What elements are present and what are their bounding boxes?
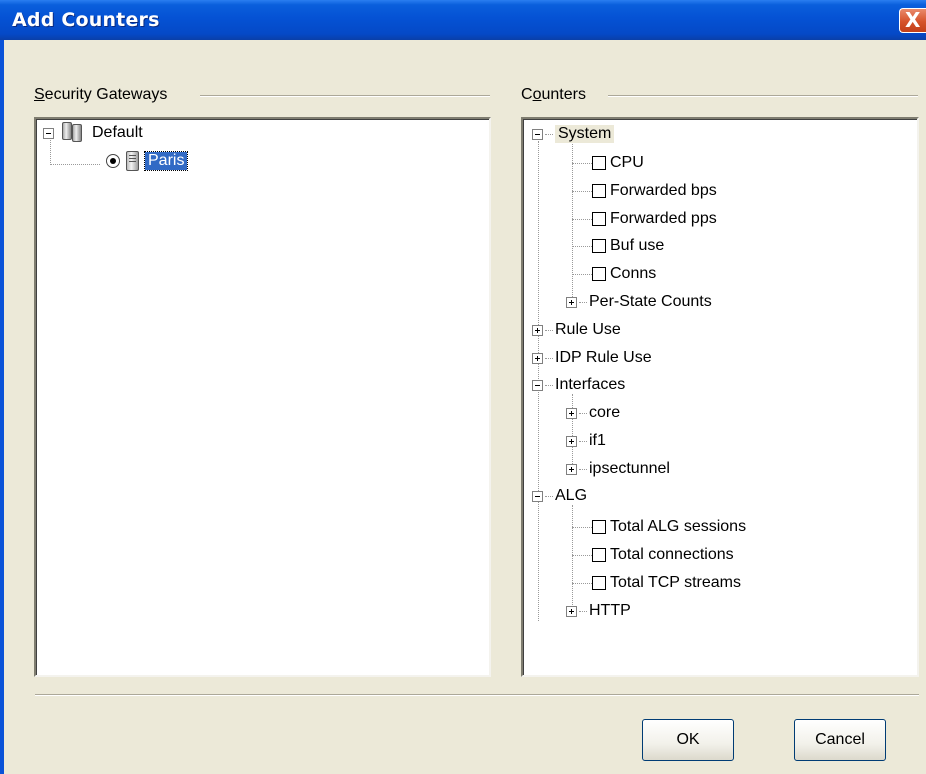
tree-node-rule-use[interactable]: Rule Use: [532, 318, 621, 342]
checkbox[interactable]: [592, 212, 606, 226]
checkbox[interactable]: [592, 520, 606, 534]
counter-label: Forwarded pps: [610, 210, 717, 227]
cancel-label: Cancel: [815, 731, 865, 748]
counter-forwarded-pps[interactable]: Forwarded pps: [592, 207, 717, 231]
counter-total-connections[interactable]: Total connections: [592, 543, 734, 567]
tree-node-label: if1: [589, 432, 606, 449]
cancel-button[interactable]: Cancel: [794, 719, 886, 761]
counter-label: Total connections: [610, 546, 734, 563]
close-button[interactable]: X: [899, 8, 926, 33]
dialog-separator: [35, 694, 919, 696]
tree-node-label: Default: [92, 124, 143, 141]
checkbox[interactable]: [592, 548, 606, 562]
checkbox[interactable]: [592, 184, 606, 198]
close-icon: X: [905, 8, 921, 32]
tree-node-per-state-counts[interactable]: Per-State Counts: [566, 290, 712, 314]
counter-buf-use[interactable]: Buf use: [592, 234, 664, 258]
group-divider: [200, 95, 490, 97]
expand-icon[interactable]: [566, 407, 577, 419]
tree-node-label: Rule Use: [555, 321, 621, 338]
counter-total-tcp-streams[interactable]: Total TCP streams: [592, 571, 741, 595]
collapse-icon[interactable]: [532, 490, 543, 502]
tree-node-system[interactable]: System: [532, 122, 615, 146]
tree-node-interfaces[interactable]: Interfaces: [532, 373, 625, 397]
counter-label: Total ALG sessions: [610, 518, 747, 535]
counter-cpu[interactable]: CPU: [592, 151, 644, 175]
collapse-icon[interactable]: [532, 379, 543, 391]
expand-icon[interactable]: [532, 324, 543, 336]
tree-node-alg[interactable]: ALG: [532, 484, 587, 508]
counter-total-alg-sessions[interactable]: Total ALG sessions: [592, 515, 746, 539]
counter-label: Buf use: [610, 237, 665, 254]
tree-node-idp-rule-use[interactable]: IDP Rule Use: [532, 346, 652, 370]
tree-node-label: IDP Rule Use: [555, 349, 652, 366]
tree-node-label: Interfaces: [555, 376, 626, 393]
counter-label: Total TCP streams: [610, 574, 742, 591]
expand-icon[interactable]: [566, 296, 577, 308]
security-gateways-label: Security Gateways: [34, 86, 174, 104]
tree-node-label: Paris: [143, 151, 189, 171]
counter-label: Forwarded bps: [610, 182, 717, 199]
servers-icon: [60, 122, 86, 144]
group-divider: [608, 95, 918, 97]
expand-icon[interactable]: [566, 605, 577, 617]
counter-conns[interactable]: Conns: [592, 262, 656, 286]
tree-node-core[interactable]: core: [566, 401, 620, 425]
tree-node-label: ALG: [555, 487, 588, 504]
counters-tree[interactable]: System CPU Forwarded bps Forwarded pps B…: [521, 117, 919, 677]
counter-forwarded-bps[interactable]: Forwarded bps: [592, 179, 717, 203]
window-frame: [0, 40, 4, 774]
counters-label: Counters: [521, 86, 592, 104]
expand-icon[interactable]: [566, 435, 577, 447]
selected-radio-icon[interactable]: [106, 154, 120, 168]
tree-node-default[interactable]: Default: [43, 121, 143, 145]
tree-node-label: HTTP: [589, 602, 631, 619]
checkbox[interactable]: [592, 239, 606, 253]
collapse-icon[interactable]: [43, 127, 54, 139]
tree-node-label: ipsectunnel: [589, 460, 670, 477]
ok-label: OK: [676, 731, 700, 748]
checkbox[interactable]: [592, 156, 606, 170]
security-gateways-tree[interactable]: Default Paris: [34, 117, 491, 677]
window-title: Add Counters: [12, 9, 160, 31]
tree-node-http[interactable]: HTTP: [566, 599, 631, 623]
tree-node-label: core: [589, 404, 621, 421]
ok-button[interactable]: OK: [642, 719, 734, 761]
expand-icon[interactable]: [566, 463, 577, 475]
counter-label: CPU: [610, 154, 644, 171]
tree-node-paris[interactable]: Paris: [106, 149, 189, 173]
expand-icon[interactable]: [532, 352, 543, 364]
counter-label: Conns: [610, 265, 657, 282]
title-bar[interactable]: Add Counters X: [0, 0, 926, 40]
tree-node-label: System: [555, 125, 615, 143]
server-icon: [126, 151, 139, 171]
checkbox[interactable]: [592, 267, 606, 281]
tree-node-label: Per-State Counts: [589, 293, 712, 310]
collapse-icon[interactable]: [532, 128, 543, 140]
tree-node-ipsectunnel[interactable]: ipsectunnel: [566, 457, 670, 481]
tree-node-if1[interactable]: if1: [566, 429, 606, 453]
checkbox[interactable]: [592, 576, 606, 590]
